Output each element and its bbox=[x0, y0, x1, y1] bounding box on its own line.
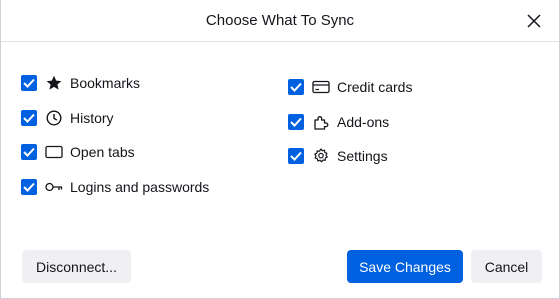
close-icon bbox=[527, 14, 541, 28]
history-checkbox[interactable] bbox=[21, 109, 37, 126]
settings-label: Settings bbox=[337, 148, 388, 165]
checkmark-icon bbox=[290, 117, 302, 127]
option-logins[interactable]: Logins and passwords bbox=[21, 170, 209, 205]
puzzle-icon bbox=[312, 113, 330, 131]
cancel-button[interactable]: Cancel bbox=[471, 250, 542, 283]
dialog-title: Choose What To Sync bbox=[205, 12, 355, 29]
option-add-ons[interactable]: Add-ons bbox=[288, 105, 412, 140]
close-button[interactable] bbox=[523, 10, 545, 32]
settings-checkbox[interactable] bbox=[288, 148, 304, 165]
option-open-tabs[interactable]: Open tabs bbox=[21, 135, 209, 170]
key-icon bbox=[45, 178, 63, 196]
open-tabs-label: Open tabs bbox=[70, 144, 135, 161]
credit-cards-checkbox[interactable] bbox=[288, 79, 304, 96]
option-bookmarks[interactable]: Bookmarks bbox=[21, 66, 209, 101]
credit-cards-label: Credit cards bbox=[337, 79, 413, 96]
clock-icon bbox=[45, 109, 63, 127]
save-changes-button[interactable]: Save Changes bbox=[347, 250, 463, 283]
bookmarks-label: Bookmarks bbox=[70, 75, 141, 92]
options-right: Credit cards Add-ons Settings bbox=[288, 70, 412, 174]
dialog-header: Choose What To Sync bbox=[1, 0, 559, 42]
option-history[interactable]: History bbox=[21, 101, 209, 136]
tab-icon bbox=[45, 143, 63, 161]
sync-dialog: Choose What To Sync Bookmarks History Op… bbox=[0, 0, 560, 299]
disconnect-button[interactable]: Disconnect... bbox=[22, 250, 131, 283]
logins-checkbox[interactable] bbox=[21, 178, 37, 195]
add-ons-label: Add-ons bbox=[337, 113, 390, 130]
checkmark-icon bbox=[23, 148, 35, 158]
checkmark-icon bbox=[23, 182, 35, 192]
add-ons-checkbox[interactable] bbox=[288, 113, 304, 130]
credit-card-icon bbox=[312, 78, 330, 96]
bookmarks-checkbox[interactable] bbox=[21, 75, 37, 92]
open-tabs-checkbox[interactable] bbox=[21, 144, 37, 161]
option-settings[interactable]: Settings bbox=[288, 139, 412, 174]
checkmark-icon bbox=[290, 152, 302, 162]
checkmark-icon bbox=[23, 113, 35, 123]
star-icon bbox=[45, 74, 63, 92]
gear-icon bbox=[312, 147, 330, 165]
history-label: History bbox=[70, 109, 114, 126]
checkmark-icon bbox=[23, 79, 35, 89]
checkmark-icon bbox=[290, 83, 302, 93]
options-left: Bookmarks History Open tabs Logins and p… bbox=[21, 66, 209, 204]
logins-label: Logins and passwords bbox=[70, 178, 210, 195]
option-credit-cards[interactable]: Credit cards bbox=[288, 70, 412, 105]
